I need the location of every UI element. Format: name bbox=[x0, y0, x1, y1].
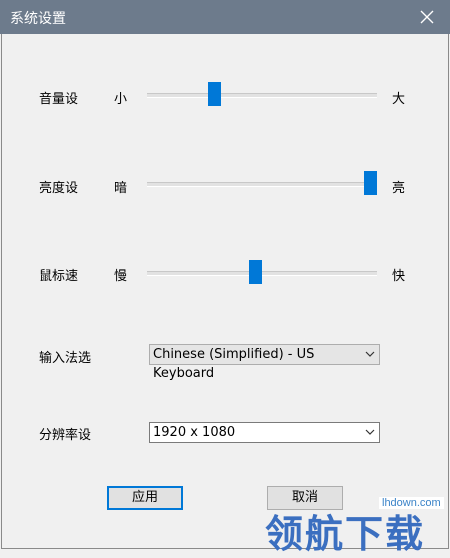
mouse-speed-max-label: 快 bbox=[392, 269, 406, 284]
resolution-select[interactable]: 1920 x 1080 bbox=[149, 422, 380, 443]
brightness-max-label: 亮 bbox=[392, 181, 406, 196]
close-button[interactable] bbox=[404, 0, 450, 34]
chevron-down-icon bbox=[365, 429, 375, 435]
volume-slider-track[interactable] bbox=[147, 93, 377, 98]
brightness-slider bbox=[2, 169, 450, 199]
resolution-label: 分辨率设 bbox=[39, 428, 92, 443]
volume-max-label: 大 bbox=[392, 92, 406, 107]
title-bar: 系统设置 bbox=[0, 0, 450, 34]
volume-slider-thumb[interactable] bbox=[207, 82, 221, 106]
watermark: lhdown.com 领航下载 bbox=[265, 463, 450, 556]
chevron-down-icon bbox=[365, 351, 375, 357]
input-method-select[interactable]: Chinese (Simplified) - US Keyboard bbox=[149, 344, 380, 381]
brightness-slider-track[interactable] bbox=[147, 182, 377, 187]
apply-button[interactable]: 应用 bbox=[107, 486, 183, 510]
input-method-label: 输入法选 bbox=[39, 351, 92, 366]
mouse-speed-slider-thumb[interactable] bbox=[249, 260, 263, 284]
brightness-slider-thumb[interactable] bbox=[364, 171, 378, 195]
resolution-selected: 1920 x 1080 bbox=[153, 425, 236, 440]
input-method-selected: Chinese (Simplified) - US Keyboard bbox=[153, 347, 315, 381]
volume-slider bbox=[2, 80, 450, 110]
mouse-speed-slider bbox=[2, 258, 450, 288]
close-icon bbox=[420, 10, 434, 24]
window-title: 系统设置 bbox=[10, 11, 66, 27]
